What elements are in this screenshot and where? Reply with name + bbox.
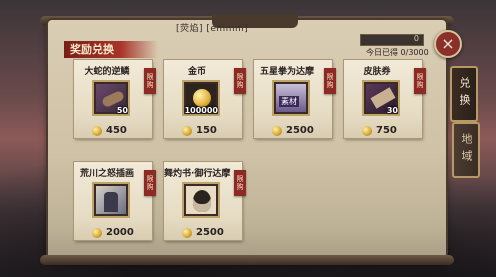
coin-icon: [182, 125, 192, 136]
price-value: 2500: [286, 125, 314, 136]
coin-icon: [272, 125, 282, 136]
reward-card[interactable]: 荒川之怒插画 限购 2000: [74, 162, 156, 240]
close-button[interactable]: ×: [434, 30, 462, 58]
reward-title: 大蛇的逆鳞: [84, 67, 130, 77]
coin-icon: [92, 227, 102, 238]
reward-slot: 50: [92, 80, 130, 116]
limit-tag: 限购: [414, 68, 426, 94]
reward-slot: [92, 182, 130, 218]
reward-count: 100000: [184, 106, 218, 115]
price-value: 150: [196, 125, 217, 136]
coin-icon: [362, 125, 372, 136]
dance-daruma-icon: [186, 186, 216, 214]
reward-price: 750: [362, 120, 397, 136]
section-title: 奖励兑换: [64, 41, 158, 58]
reward-card[interactable]: 金币 限购 100000 150: [164, 60, 246, 138]
reward-title: 五星拳为达摩: [259, 67, 314, 77]
tab-region[interactable]: 地域: [452, 122, 480, 178]
reward-title: 荒川之怒插画: [79, 169, 134, 179]
points-value: 0: [413, 34, 419, 43]
coin-icon: [92, 125, 102, 136]
player-tag: [荧焰] [emmm]: [176, 24, 249, 34]
reward-slot: 100000: [182, 80, 220, 116]
reward-slot: [182, 182, 220, 218]
limit-tag: 限购: [144, 170, 156, 196]
coin-icon: [182, 227, 192, 238]
scroll-rod-bottom: [40, 255, 454, 265]
reward-slot: [272, 80, 310, 116]
reward-price: 150: [182, 120, 217, 136]
price-value: 450: [106, 125, 127, 136]
reward-title: 舞灼书·御行达摩: [164, 169, 231, 179]
price-value: 2000: [106, 227, 134, 238]
reward-price: 2000: [92, 222, 134, 238]
reward-title: 皮肤券: [363, 67, 391, 77]
reward-title: 金币: [187, 67, 206, 77]
reward-count: 30: [386, 106, 398, 115]
limit-tag: 限购: [324, 68, 336, 94]
reward-card[interactable]: 大蛇的逆鳞 限购 50 450: [74, 60, 156, 138]
reward-card[interactable]: 舞灼书·御行达摩 限购 2500: [164, 162, 246, 240]
reward-card[interactable]: 五星拳为达摩 限购 2500: [254, 60, 336, 138]
price-value: 2500: [196, 227, 224, 238]
reward-price: 2500: [272, 120, 314, 136]
today-progress: 今日已得 0/3000: [366, 48, 429, 57]
tab-exchange[interactable]: 兑换: [450, 66, 478, 122]
daruma-icon: [276, 84, 306, 112]
reward-price: 450: [92, 120, 127, 136]
price-value: 750: [376, 125, 397, 136]
reward-price: 2500: [182, 222, 224, 238]
limit-tag: 限购: [234, 170, 246, 196]
limit-tag: 限购: [234, 68, 246, 94]
illustration-icon: [96, 186, 126, 214]
points-bar: 0: [360, 34, 424, 46]
reward-card[interactable]: 皮肤券 限购 30 750: [344, 60, 426, 138]
reward-count: 50: [116, 106, 128, 115]
limit-tag: 限购: [144, 68, 156, 94]
reward-slot: 30: [362, 80, 400, 116]
